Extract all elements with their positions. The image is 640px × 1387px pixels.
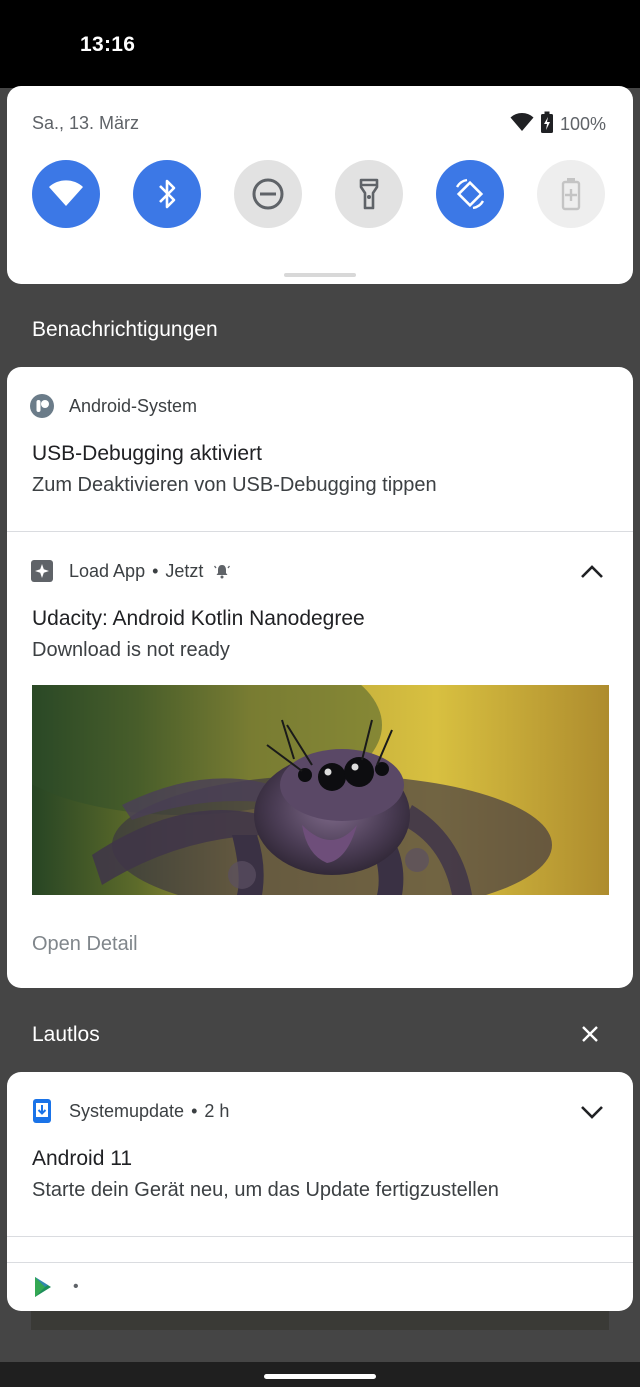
notification-time: 2 h xyxy=(204,1100,230,1121)
quick-settings-panel: Sa., 13. März 100% xyxy=(7,86,633,284)
qs-status-icons: 100% xyxy=(510,111,606,138)
bluetooth-tile[interactable] xyxy=(133,160,201,228)
silent-notification-card: Systemupdate • 2 h Android 11 Starte dei… xyxy=(7,1072,633,1311)
notification-title: Udacity: Android Kotlin Nanodegree xyxy=(32,607,365,630)
notification-app-name: Systemupdate xyxy=(69,1100,185,1121)
notification-divider xyxy=(7,1262,633,1263)
status-bar: 13:16 xyxy=(0,0,640,88)
clear-silent-close-icon[interactable] xyxy=(578,1022,602,1046)
collapse-chevron-up-icon[interactable] xyxy=(579,559,605,585)
status-time: 13:16 xyxy=(80,33,136,56)
notification-app-name: Load App xyxy=(69,560,146,581)
notification-divider xyxy=(7,531,633,532)
do-not-disturb-icon xyxy=(252,178,284,210)
battery-saver-icon xyxy=(561,178,581,211)
load-app-icon xyxy=(29,558,55,584)
wifi-signal-icon xyxy=(510,112,534,137)
auto-rotate-icon xyxy=(455,178,485,210)
android-system-icon xyxy=(29,393,55,419)
separator-dot: • xyxy=(152,560,159,581)
notification-header-row: Systemupdate • 2 h xyxy=(29,1098,229,1124)
notifications-header: Benachrichtigungen xyxy=(32,318,218,341)
alert-bell-icon xyxy=(214,563,231,579)
qs-drag-handle[interactable] xyxy=(284,273,356,277)
separator-dot: • xyxy=(73,1278,79,1295)
home-gesture-handle[interactable] xyxy=(264,1374,376,1379)
notification-group-card: Android-System USB-Debugging aktiviert Z… xyxy=(7,367,633,988)
flashlight-icon xyxy=(359,178,379,210)
notification-divider xyxy=(7,1236,633,1237)
bluetooth-icon xyxy=(159,179,176,209)
notification-header-row: Load App • Jetzt xyxy=(29,558,231,584)
silent-section-header: Lautlos xyxy=(32,1023,100,1046)
battery-saver-tile[interactable] xyxy=(537,160,605,228)
do-not-disturb-tile[interactable] xyxy=(234,160,302,228)
wifi-icon xyxy=(49,180,83,206)
flashlight-tile[interactable] xyxy=(335,160,403,228)
wifi-tile[interactable] xyxy=(32,160,100,228)
notification-app-name: Android-System xyxy=(69,395,198,416)
notification-time: Jetzt xyxy=(165,560,204,581)
open-detail-action[interactable]: Open Detail xyxy=(32,933,138,956)
separator-dot: • xyxy=(191,1100,198,1121)
auto-rotate-tile[interactable] xyxy=(436,160,504,228)
system-update-icon xyxy=(29,1098,55,1124)
notification-text: Download is not ready xyxy=(32,639,230,661)
notification-title: Android 11 xyxy=(32,1147,133,1170)
expand-chevron-down-icon[interactable] xyxy=(579,1099,605,1125)
notification-big-picture xyxy=(32,685,609,895)
play-store-notification[interactable]: • xyxy=(33,1276,79,1298)
battery-charging-icon xyxy=(540,111,554,138)
notification-text: Starte dein Gerät neu, um das Update fer… xyxy=(32,1179,499,1201)
notification-header-row: Android-System xyxy=(29,393,197,419)
notification-text: Zum Deaktivieren von USB-Debugging tippe… xyxy=(32,474,437,496)
qs-date[interactable]: Sa., 13. März xyxy=(32,113,139,134)
play-store-icon xyxy=(35,1277,51,1297)
battery-percent: 100% xyxy=(559,114,606,134)
notification-title: USB-Debugging aktiviert xyxy=(32,442,262,465)
